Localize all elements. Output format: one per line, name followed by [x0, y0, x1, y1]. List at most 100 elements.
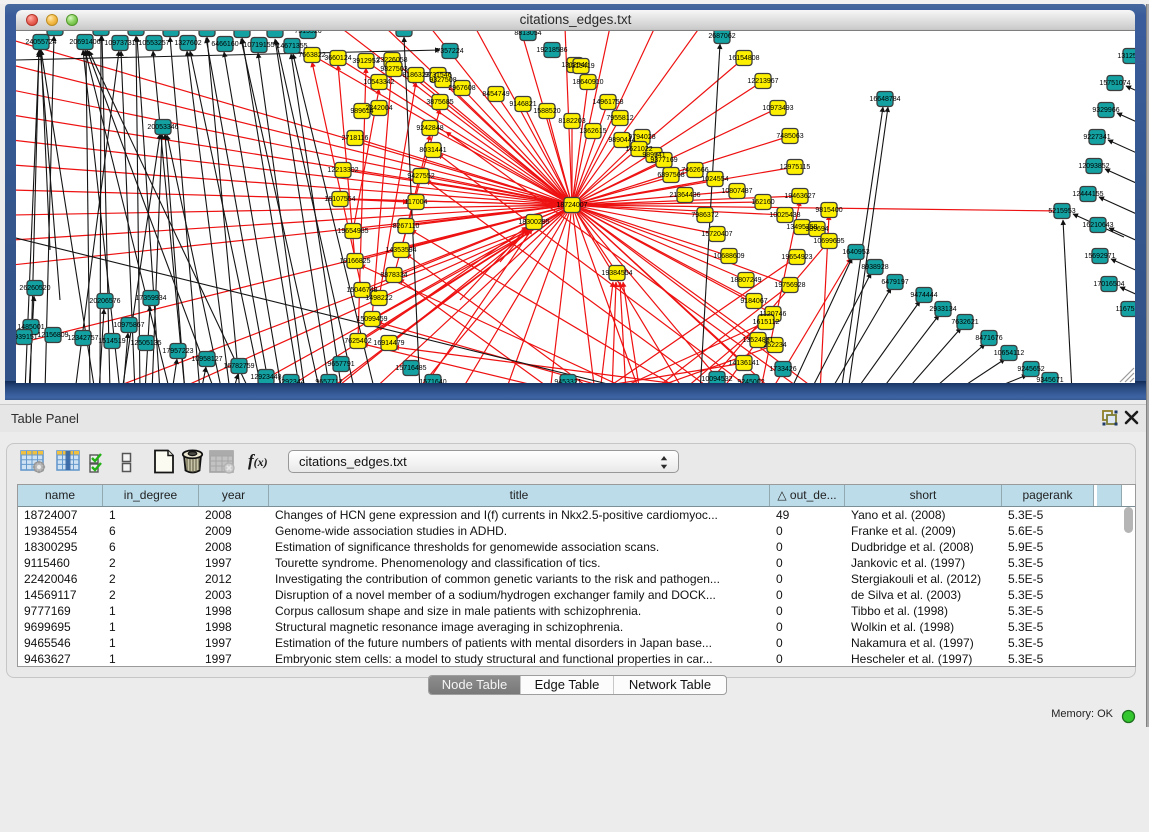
svg-text:16914479: 16914479: [373, 340, 404, 347]
svg-text:19654985: 19654985: [337, 228, 368, 235]
svg-text:1588520: 1588520: [533, 108, 560, 115]
svg-text:2718116: 2718116: [342, 135, 369, 142]
svg-text:9184067: 9184067: [740, 298, 767, 305]
svg-text:9227341: 9227341: [1083, 134, 1110, 141]
svg-text:1312545: 1312545: [1117, 53, 1135, 60]
svg-text:117004: 117004: [405, 199, 428, 206]
svg-text:989694: 989694: [805, 226, 828, 233]
svg-text:9427552: 9427552: [407, 173, 434, 180]
svg-text:1733426: 1733426: [769, 366, 796, 373]
svg-text:10699695: 10699695: [813, 238, 844, 245]
svg-text:19654923: 19654923: [781, 254, 812, 261]
svg-text:9794028: 9794028: [628, 134, 655, 141]
svg-text:7663822: 7663822: [298, 52, 325, 59]
svg-text:8878334: 8878334: [380, 272, 407, 279]
svg-text:7955812: 7955812: [606, 115, 633, 122]
svg-text:26260520: 26260520: [19, 285, 50, 292]
svg-text:1498222: 1498222: [365, 295, 392, 302]
svg-text:19384554: 19384554: [601, 270, 632, 277]
svg-text:12505135: 12505135: [130, 340, 161, 347]
svg-text:1167534: 1167534: [1116, 306, 1135, 313]
svg-text:6466160: 6466160: [211, 41, 238, 48]
svg-text:14353594: 14353594: [385, 247, 416, 254]
svg-text:9245002: 9245002: [737, 379, 764, 383]
svg-text:3660124: 3660124: [324, 55, 351, 62]
svg-text:16033809: 16033809: [388, 31, 419, 33]
svg-text:10543342: 10543342: [363, 79, 394, 86]
svg-text:18640910: 18640910: [572, 79, 603, 86]
svg-text:7986372: 7986372: [691, 212, 718, 219]
svg-text:6479197: 6479197: [881, 279, 908, 286]
svg-text:19463627: 19463627: [784, 193, 815, 200]
svg-text:19166825: 19166825: [339, 258, 370, 265]
svg-text:10975867: 10975867: [113, 322, 144, 329]
svg-text:8182203: 8182203: [558, 118, 585, 125]
svg-text:14136141: 14136141: [728, 360, 759, 367]
svg-text:7357224: 7357224: [436, 48, 463, 55]
svg-text:7462666: 7462666: [681, 167, 708, 174]
svg-text:10094532: 10094532: [701, 376, 732, 383]
svg-text:8267110: 8267110: [393, 223, 420, 230]
svg-text:2687062: 2687062: [708, 33, 735, 40]
svg-text:7625402: 7625402: [344, 338, 371, 345]
svg-text:20053346: 20053346: [147, 124, 178, 131]
svg-text:18300295: 18300295: [518, 219, 549, 226]
svg-text:12213967: 12213967: [747, 78, 778, 85]
svg-text:10553257: 10553257: [138, 40, 169, 47]
svg-text:10719155: 10719155: [243, 42, 274, 49]
svg-text:9815400: 9815400: [815, 207, 842, 214]
svg-text:16107554: 16107554: [324, 196, 355, 203]
svg-text:8454749: 8454749: [482, 91, 509, 98]
svg-text:5215953: 5215953: [1048, 208, 1075, 215]
svg-text:1024554: 1024554: [701, 176, 728, 183]
svg-text:18807249: 18807249: [730, 277, 761, 284]
svg-text:1939151: 1939151: [16, 334, 38, 341]
svg-text:7485063: 7485063: [776, 133, 803, 140]
svg-text:252234: 252234: [763, 342, 786, 349]
svg-text:3875685: 3875685: [426, 99, 453, 106]
svg-text:8938928: 8938928: [861, 264, 888, 271]
svg-text:17016504: 17016504: [1093, 281, 1124, 288]
svg-text:9453321: 9453321: [554, 379, 581, 383]
svg-text:10958127: 10958127: [191, 356, 222, 363]
svg-text:1120746: 1120746: [760, 311, 787, 318]
svg-text:17359934: 17359934: [135, 295, 166, 302]
svg-text:21364436: 21364436: [669, 192, 700, 199]
svg-text:2933134: 2933134: [929, 306, 956, 313]
svg-text:12213302: 12213302: [327, 167, 358, 174]
svg-text:12444155: 12444155: [1072, 191, 1103, 198]
svg-text:10973731: 10973731: [104, 40, 135, 47]
svg-text:1514519: 1514519: [98, 338, 125, 345]
svg-text:162160: 162160: [751, 199, 774, 206]
svg-text:7515526: 7515526: [294, 31, 321, 35]
svg-text:12342757: 12342757: [67, 335, 98, 342]
svg-text:10654112: 10654112: [994, 350, 1025, 357]
svg-text:10973493: 10973493: [762, 105, 793, 112]
svg-text:9657791: 9657791: [327, 361, 354, 368]
svg-text:1327602: 1327602: [174, 40, 201, 47]
svg-text:9327508: 9327508: [429, 77, 456, 84]
svg-text:16154808: 16154808: [728, 55, 759, 62]
svg-text:16648784: 16648784: [869, 96, 900, 103]
svg-text:17957223: 17957223: [162, 348, 193, 355]
svg-text:19218586: 19218586: [536, 47, 567, 54]
svg-text:10688609: 10688609: [713, 253, 744, 260]
svg-text:1292344: 1292344: [277, 379, 304, 383]
svg-text:10807487: 10807487: [721, 188, 752, 195]
svg-text:2967608: 2967608: [448, 85, 475, 92]
svg-text:989614: 989614: [350, 108, 373, 115]
svg-text:9242848: 9242848: [416, 125, 443, 132]
svg-text:9474444: 9474444: [910, 292, 937, 299]
svg-text:24055724: 24055724: [25, 39, 56, 46]
svg-text:9345671: 9345671: [1036, 377, 1063, 383]
svg-text:9245652: 9245652: [1017, 366, 1044, 373]
svg-text:16210643: 16210643: [1082, 222, 1113, 229]
svg-text:14671355: 14671355: [276, 43, 307, 50]
svg-text:7632621: 7632621: [951, 319, 978, 326]
svg-text:23226058: 23226058: [376, 57, 407, 64]
svg-text:15720407: 15720407: [701, 231, 732, 238]
svg-text:1485001: 1485001: [17, 324, 44, 331]
svg-text:20691406: 20691406: [69, 39, 100, 46]
svg-text:1362615: 1362615: [579, 128, 606, 135]
svg-text:1571640: 1571640: [419, 379, 446, 383]
